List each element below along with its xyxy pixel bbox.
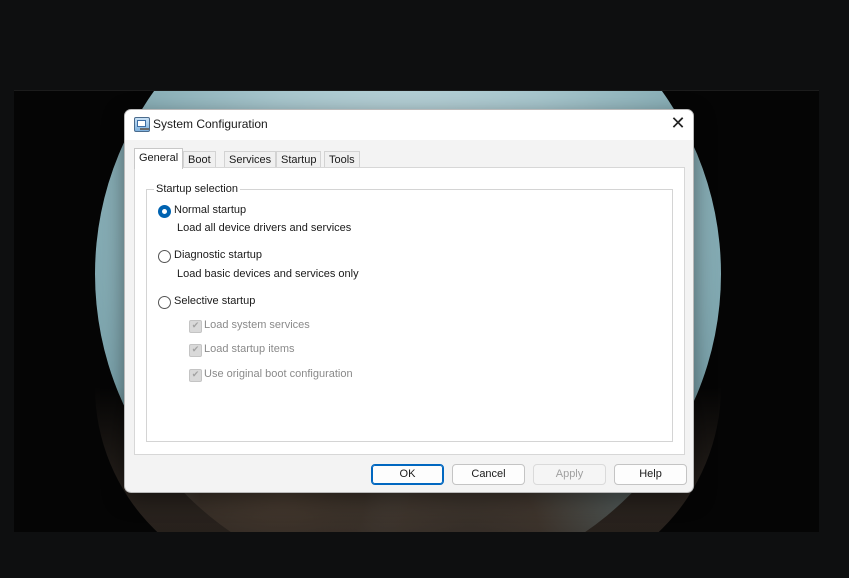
msconfig-app-icon (134, 117, 150, 132)
tab-boot[interactable]: Boot (183, 151, 216, 168)
radio-unselected-icon (158, 296, 171, 309)
close-icon[interactable]: ✕ (663, 110, 693, 140)
startup-selection-legend: Startup selection (154, 183, 240, 195)
tab-tools[interactable]: Tools (324, 151, 360, 168)
system-configuration-dialog: System Configuration ✕ General Boot Serv… (124, 109, 694, 493)
help-button[interactable]: Help (614, 464, 687, 485)
diagnostic-startup-description: Load basic devices and services only (177, 268, 359, 280)
cancel-button[interactable]: Cancel (452, 464, 525, 485)
use-original-boot-configuration-label: Use original boot configuration (204, 368, 353, 380)
tab-services[interactable]: Services (224, 151, 277, 168)
load-startup-items-label: Load startup items (204, 343, 295, 355)
title-bar: System Configuration ✕ (125, 110, 693, 140)
tab-general[interactable]: General (134, 148, 184, 169)
window-title: System Configuration (153, 117, 268, 131)
normal-startup-label: Normal startup (174, 204, 247, 216)
checkmark-icon: ✔ (189, 344, 202, 357)
load-system-services-label: Load system services (204, 319, 310, 331)
tab-startup[interactable]: Startup (276, 151, 322, 168)
normal-startup-description: Load all device drivers and services (177, 222, 352, 234)
selective-startup-label: Selective startup (174, 295, 256, 307)
checkmark-icon: ✔ (189, 320, 202, 333)
apply-button[interactable]: Apply (533, 464, 606, 485)
radio-selected-icon (158, 205, 171, 218)
diagnostic-startup-label: Diagnostic startup (174, 249, 263, 261)
checkmark-icon: ✔ (189, 369, 202, 382)
general-tab-panel: Startup selection Normal startup Load al… (134, 167, 685, 455)
radio-unselected-icon (158, 250, 171, 263)
ok-button[interactable]: OK (371, 464, 444, 485)
